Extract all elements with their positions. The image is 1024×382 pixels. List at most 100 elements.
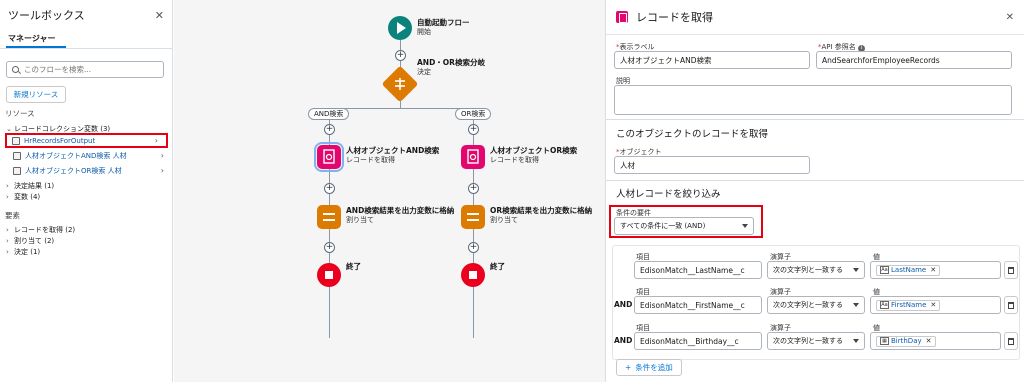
start-subtitle: 開始 xyxy=(417,28,431,36)
element-decision[interactable]: › 決定 (1) xyxy=(0,246,172,257)
and-operator-label: AND xyxy=(614,300,633,309)
resource-item-and[interactable]: 人材オブジェクトAND検索 人材 › xyxy=(0,150,172,161)
element-label: 決定 (1) xyxy=(14,247,41,256)
stop-icon xyxy=(325,271,333,279)
add-element-button[interactable]: + xyxy=(468,183,479,194)
stop-icon xyxy=(469,271,477,279)
divider xyxy=(606,180,1024,181)
branch-icon xyxy=(395,78,405,90)
tab-manager[interactable]: マネージャー xyxy=(6,30,66,48)
chevron-right-icon: › xyxy=(6,181,9,190)
start-node[interactable] xyxy=(388,16,412,40)
object-field[interactable]: 人材 xyxy=(614,156,810,174)
assignment-icon xyxy=(467,213,479,221)
add-element-button[interactable]: + xyxy=(468,124,479,135)
condition-operator-select[interactable]: 次の文字列と一致する xyxy=(767,261,865,279)
condition-field-input[interactable]: EdisonMatch__LastName__c xyxy=(634,261,762,279)
end-label: 終了 xyxy=(490,262,505,271)
chevron-down-icon xyxy=(742,224,748,228)
trash-icon xyxy=(1008,337,1014,345)
condition-operator-select[interactable]: 次の文字列と一致する xyxy=(767,332,865,350)
connector xyxy=(400,100,401,108)
add-element-button[interactable]: + xyxy=(395,50,406,61)
resource-pill[interactable]: ▦ BirthDay ✕ xyxy=(876,335,936,347)
close-icon[interactable]: ✕ xyxy=(155,9,164,22)
add-condition-label: 条件を追加 xyxy=(635,363,673,372)
decision-results-label: 決定結果 (1) xyxy=(14,181,55,190)
decision-results-group[interactable]: › 決定結果 (1) xyxy=(0,180,172,191)
assignment-node-and[interactable] xyxy=(317,205,341,229)
remove-icon[interactable]: ✕ xyxy=(930,266,936,274)
new-resource-button[interactable]: 新規リソース xyxy=(6,86,66,103)
variables-label: 変数 (4) xyxy=(14,192,41,201)
api-name-field[interactable]: AndSearchforEmployeeRecords xyxy=(816,51,1012,69)
delete-condition-button[interactable] xyxy=(1004,261,1018,279)
end-node-or[interactable] xyxy=(461,263,485,287)
condition-operator-select[interactable]: 次の文字列と一致する xyxy=(767,296,865,314)
description-textarea[interactable] xyxy=(614,85,1012,115)
trash-icon xyxy=(1008,266,1014,274)
add-element-button[interactable]: + xyxy=(324,183,335,194)
chevron-right-icon: › xyxy=(6,247,9,256)
condition-field-input[interactable]: EdisonMatch__Birthday__c xyxy=(634,332,762,350)
get-records-node-or[interactable] xyxy=(461,145,485,169)
add-element-button[interactable]: + xyxy=(324,124,335,135)
delete-condition-button[interactable] xyxy=(1004,332,1018,350)
label-field[interactable]: 人材オブジェクトAND検索 xyxy=(614,51,810,69)
divider xyxy=(0,48,172,49)
add-condition-button[interactable]: + 条件を追加 xyxy=(616,359,682,376)
text-type-icon: Aa xyxy=(880,266,889,274)
collection-group-label: レコードコレクション変数 (3) xyxy=(14,124,111,133)
record-icon xyxy=(13,151,21,160)
branch-label-or[interactable]: OR検索 xyxy=(455,108,492,120)
resources-label: リソース xyxy=(5,109,35,118)
close-icon[interactable]: ✕ xyxy=(1006,12,1014,23)
elements-label: 要素 xyxy=(5,211,20,220)
condition-value-input[interactable]: Aa LastName ✕ xyxy=(870,261,1001,279)
decision-subtitle: 決定 xyxy=(417,68,431,76)
add-element-button[interactable]: + xyxy=(468,242,479,253)
get-records-panel: レコードを取得 ✕ *表示ラベル 人材オブジェクトAND検索 *API 参照名 … xyxy=(605,0,1024,382)
or-get-subtitle: レコードを取得 xyxy=(490,156,539,164)
pill-label: BirthDay xyxy=(891,337,922,345)
record-icon xyxy=(13,166,21,175)
connector xyxy=(329,108,474,109)
add-element-button[interactable]: + xyxy=(324,242,335,253)
condition-value-input[interactable]: ▦ BirthDay ✕ xyxy=(870,332,1001,350)
end-node-and[interactable] xyxy=(317,263,341,287)
condition-field-input[interactable]: EdisonMatch__FirstName__c xyxy=(634,296,762,314)
chevron-right-icon: › xyxy=(6,192,9,201)
search-box[interactable] xyxy=(6,61,164,78)
element-assignment[interactable]: › 割り当て (2) xyxy=(0,235,172,246)
assignment-node-or[interactable] xyxy=(461,205,485,229)
get-records-node-and[interactable] xyxy=(314,142,344,172)
delete-condition-button[interactable] xyxy=(1004,296,1018,314)
resource-pill[interactable]: Aa LastName ✕ xyxy=(876,264,941,276)
resource-item-label: 人材オブジェクトOR検索 人材 xyxy=(25,166,122,175)
resource-item-hrrecords[interactable]: HrRecordsForOutput › xyxy=(5,133,168,148)
condition-select[interactable]: すべての条件に一致 (AND) xyxy=(614,217,754,235)
element-label: 割り当て (2) xyxy=(14,236,55,245)
element-get-records[interactable]: › レコードを取得 (2) xyxy=(0,224,172,235)
resource-pill[interactable]: Aa FirstName ✕ xyxy=(876,299,941,311)
operator-value: 次の文字列と一致する xyxy=(773,337,843,345)
chevron-right-icon: › xyxy=(6,236,9,245)
and-operator-label: AND xyxy=(614,336,633,345)
record-icon xyxy=(12,136,20,145)
condition-value: すべての条件に一致 (AND) xyxy=(620,222,706,230)
search-input[interactable] xyxy=(24,65,154,74)
variables-group[interactable]: › 変数 (4) xyxy=(0,191,172,202)
remove-icon[interactable]: ✕ xyxy=(926,337,932,345)
chevron-right-icon: › xyxy=(160,151,164,160)
remove-icon[interactable]: ✕ xyxy=(930,301,936,309)
end-label: 終了 xyxy=(346,262,361,271)
record-search-icon xyxy=(467,149,479,164)
chevron-down-icon xyxy=(853,268,859,272)
toolbox-title: ツールボックス xyxy=(8,9,85,22)
condition-value-input[interactable]: Aa FirstName ✕ xyxy=(870,296,1001,314)
flow-canvas[interactable]: 自動起動フロー 開始 + AND・OR検索分岐 決定 AND検索 OR検索 + … xyxy=(174,0,605,382)
collection-group[interactable]: ⌄ レコードコレクション変数 (3) xyxy=(0,123,172,134)
branch-label-and[interactable]: AND検索 xyxy=(308,108,350,120)
section-get-title: このオブジェクトのレコードを取得 xyxy=(616,129,769,140)
resource-item-or[interactable]: 人材オブジェクトOR検索 人材 › xyxy=(0,165,172,176)
